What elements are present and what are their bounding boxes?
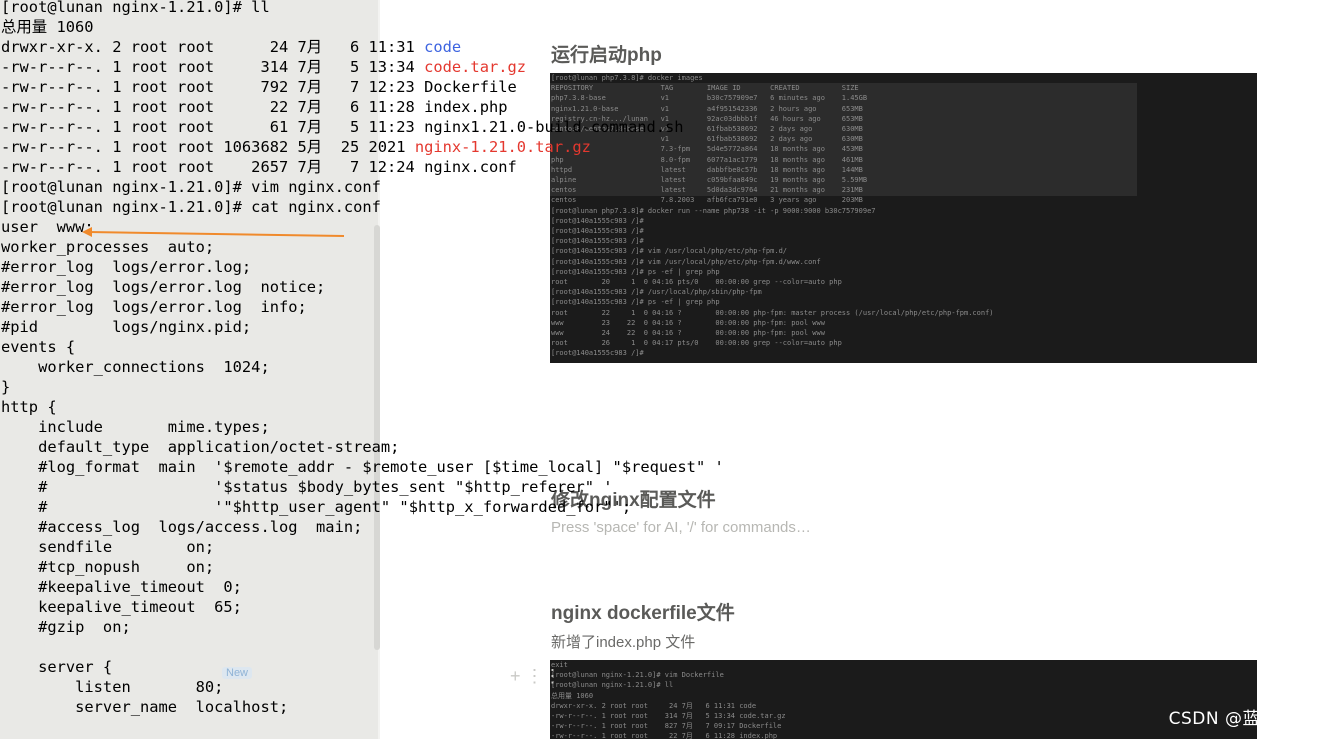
screenshot-line: exit [551, 661, 568, 669]
terminal-line-prefix: drwxr-xr-x. 2 root root 24 7月 6 11:31 [1, 38, 425, 56]
arrow-shaft [87, 231, 345, 237]
screenshot-line: -rw-r--r--. 1 root root 827 7月 7 09:17 D… [551, 722, 782, 731]
archive-name: code.tar.gz [424, 58, 527, 76]
screenshot-line: [root@lunan php7.3.8]# docker run --name… [551, 206, 876, 215]
screenshot-line: REPOSITORY TAG IMAGE ID CREATED SIZE [551, 84, 859, 93]
heading-run-php: 运行启动php [551, 45, 662, 66]
screenshot-line: [root@140a1555c983 /]# [551, 216, 644, 225]
terminal-line: #error_log logs/error.log notice; [1, 278, 326, 296]
screenshot-line: httpd latest dabbfbe0c57b 18 months ago … [551, 165, 863, 174]
screenshot-line: [root@lunan nginx-1.21.0]# ll [551, 681, 674, 690]
terminal-line: #tcp_nopush on; [1, 558, 215, 576]
screenshot-line: [root@140a1555c983 /]# [551, 237, 644, 246]
terminal-line-prefix: -rw-r--r--. 1 root root 314 7月 5 13:34 [1, 58, 425, 76]
terminal-line: #log_format main '$remote_addr - $remote… [1, 458, 724, 476]
terminal-line: -rw-r--r--. 1 root root 792 7月 7 12:23 D… [1, 78, 517, 96]
screenshot-line: nginx1.21.0-base v1 a4f951542336 2 hours… [551, 104, 863, 113]
screenshot-line: [root@140a1555c983 /]# [551, 349, 644, 358]
terminal-line: -rw-r--r--. 1 root root 2657 7月 7 12:24 … [1, 158, 517, 176]
terminal-line: events { [1, 338, 76, 356]
terminal-line: #gzip on; [1, 618, 131, 636]
arrow-head [82, 227, 92, 237]
terminal-line: server_name localhost; [1, 698, 289, 716]
block-placeholder[interactable]: Press 'space' for AI, '/' for commands… [551, 519, 811, 536]
terminal-line: sendfile on; [1, 538, 215, 556]
archive-name: nginx-1.21.0.tar.gz [414, 138, 591, 156]
block-handle-icon[interactable]: + ⋮⋮ [510, 666, 562, 687]
terminal-line: #keepalive_timeout 0; [1, 578, 242, 596]
terminal-line: 总用量 1060 [1, 18, 94, 36]
screenshot-line: php7.3.8-base v1 b30c757909e7 6 minutes … [551, 94, 868, 103]
terminal-line: drwxr-xr-x. 2 root root 24 7月 6 11:31 co… [1, 37, 461, 57]
screenshot-line: [root@140a1555c983 /]# vim /usr/local/ph… [551, 257, 821, 266]
terminal-line: [root@lunan nginx-1.21.0]# ll [1, 0, 270, 16]
terminal-line: listen 80; [1, 678, 224, 696]
screenshot-line: root 20 1 0 04:16 pts/0 00:00:00 grep --… [551, 278, 842, 287]
heading-nginx-dockerfile: nginx dockerfile文件 [551, 603, 735, 624]
screenshot-line: centos latest 5d0da3dc9764 21 months ago… [551, 186, 863, 195]
screenshot-line: www 24 22 0 04:16 ? 00:00:00 php-fpm: po… [551, 329, 825, 338]
terminal-line: #access_log logs/access.log main; [1, 518, 363, 536]
terminal-line: http { [1, 398, 57, 416]
screenshot-line: [root@140a1555c983 /]# vim /usr/local/ph… [551, 247, 788, 256]
terminal-line: } [1, 378, 11, 396]
terminal-line-prefix: -rw-r--r--. 1 root root 1063682 5月 25 20… [1, 138, 415, 156]
screenshot-text: exit [root@lunan nginx-1.21.0]# vim Docke… [550, 660, 1257, 739]
screenshot-line: centos 7.8.2003 afb6fca791e0 3 years ago… [551, 196, 863, 205]
screenshot-line: alpine latest c059bfaa849c 19 months ago… [551, 176, 868, 185]
new-badge: New [222, 667, 253, 679]
terminal-line: #error_log logs/error.log; [1, 258, 252, 276]
terminal-line: worker_connections 1024; [1, 358, 270, 376]
screenshot-line: -rw-r--r--. 1 root root 22 7月 6 11:28 in… [551, 732, 778, 739]
screenshot-line: root 22 1 0 04:16 ? 00:00:00 php-fpm: ma… [551, 308, 994, 317]
screenshot-line: php 8.0-fpm 6077a1ac1779 18 months ago 4… [551, 155, 863, 164]
terminal-line: default_type application/octet-stream; [1, 438, 400, 456]
paragraph-added-index-php: 新增了index.php 文件 [551, 634, 696, 651]
terminal-line: #pid logs/nginx.pid; [1, 318, 252, 336]
screenshot-line: 总用量 1060 [551, 691, 594, 700]
screenshot-line: www 23 22 0 04:16 ? 00:00:00 php-fpm: po… [551, 318, 825, 327]
terminal-line: -rw-r--r--. 1 root root 22 7月 6 11:28 in… [1, 98, 508, 116]
screenshot-line: [root@140a1555c983 /]# ps -ef | grep php [551, 267, 720, 276]
terminal-line: [root@lunan nginx-1.21.0]# vim nginx.con… [1, 178, 381, 196]
screenshot-line: [root@lunan nginx-1.21.0]# vim Dockerfil… [551, 671, 724, 680]
terminal-line: #error_log logs/error.log info; [1, 298, 307, 316]
screenshot-line: [root@140a1555c983 /]# [551, 227, 644, 236]
screenshot-line: drwxr-xr-x. 2 root root 24 7月 6 11:31 co… [551, 701, 757, 710]
screenshot-line: -rw-r--r--. 1 root root 314 7月 5 13:34 c… [551, 712, 786, 721]
screenshot-line: [root@140a1555c983 /]# /usr/local/php/sb… [551, 288, 762, 297]
screenshot-line: 7.3-fpm 5d4e5772a864 18 months ago 453MB [551, 145, 863, 154]
screenshot-line: [root@140a1555c983 /]# ps -ef | grep php [551, 298, 720, 307]
csdn-watermark: CSDN @蓝颜～岁月 [1168, 709, 1330, 729]
terminal-line: -rw-r--r--. 1 root root 314 7月 5 13:34 c… [1, 57, 526, 77]
screenshot-line: root 26 1 0 04:17 pts/0 00:00:00 grep --… [551, 339, 842, 348]
terminal-line: [root@lunan nginx-1.21.0]# cat nginx.con… [1, 198, 381, 216]
terminal-line: -rw-r--r--. 1 root root 61 7月 5 11:23 ng… [1, 118, 684, 136]
terminal-line: keepalive_timeout 65; [1, 598, 242, 616]
screenshot-line: [root@lunan php7.3.8]# docker images [551, 74, 703, 82]
terminal-line: # '$status $body_bytes_sent "$http_refer… [1, 478, 613, 496]
terminal-line: -rw-r--r--. 1 root root 1063682 5月 25 20… [1, 137, 591, 157]
terminal-line: include mime.types; [1, 418, 270, 436]
annotation-arrow [82, 227, 345, 237]
screenshot-text: [root@lunan php7.3.8]# docker images REPO… [550, 73, 1257, 359]
terminal-line: server { [1, 658, 113, 676]
dockerfile-screenshot: exit [root@lunan nginx-1.21.0]# vim Docke… [550, 660, 1257, 739]
directory-name: code [424, 38, 462, 56]
terminal-line: # '"$http_user_agent" "$http_x_forwarded… [1, 498, 632, 516]
